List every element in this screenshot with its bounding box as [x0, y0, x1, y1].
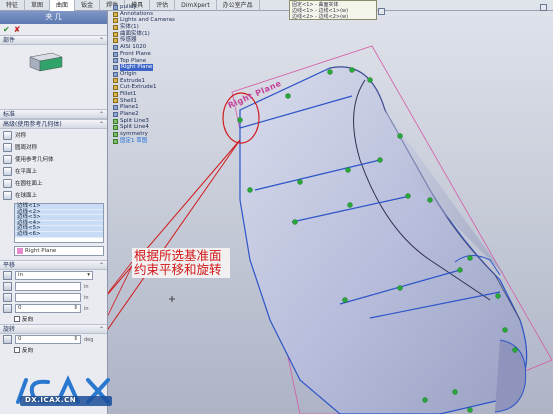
distance-icon	[3, 304, 12, 313]
section-header-parts[interactable]: 部件 ⌃	[0, 35, 107, 45]
symmetric-icon	[3, 130, 12, 140]
tree-item[interactable]: Fillet1	[113, 91, 223, 98]
cylinder-icon	[3, 178, 12, 188]
cut-extrude-icon	[113, 85, 118, 91]
fillet-icon	[113, 91, 118, 97]
tree-item[interactable]: Front Plane	[113, 51, 223, 58]
y-axis-icon	[3, 293, 12, 302]
tree-item[interactable]: Split Line4	[113, 124, 223, 131]
ok-check-icon[interactable]: ✔	[3, 25, 10, 34]
solid-bodies-icon	[113, 24, 118, 30]
plane-icon	[113, 111, 118, 117]
translate-icon	[3, 271, 12, 280]
tree-item[interactable]: AISI 1020	[113, 44, 223, 51]
surface-bodies-icon	[113, 31, 118, 37]
option-on-sphere[interactable]: 在球面上	[0, 189, 107, 201]
section-header-translate[interactable]: 平移 ⌃	[0, 260, 107, 270]
rotate-icon	[3, 335, 12, 344]
flip-translate-checkbox[interactable]: 反向	[0, 314, 107, 324]
option-circular-symmetric[interactable]: 圆周对称	[0, 141, 107, 153]
reference-plane-field[interactable]: Right Plane	[14, 246, 104, 256]
tree-item[interactable]: pulley	[113, 4, 223, 11]
annotation-callout: 根据所选基准面约束平移和旋转	[132, 248, 230, 278]
chevron-up-icon: ⌃	[98, 121, 104, 128]
option-on-cylinder[interactable]: 在圆柱面上	[0, 177, 107, 189]
tree-item-selected[interactable]: Right Plane	[113, 64, 223, 71]
tree-item[interactable]: Plane1	[113, 104, 223, 111]
property-manager: 夹 几 ✔ ✘ 部件 ⌃ 标准 ⌃ 高级(使用参考几何体) ⌃ 对称 圆周对称 使用参…	[0, 11, 108, 414]
extrude-icon	[113, 78, 118, 84]
section-header-rotate[interactable]: 旋转 ⌃	[0, 324, 107, 334]
spin-arrows-icon: ⇕	[73, 336, 78, 342]
reference-geometry-icon	[3, 154, 12, 164]
y-distance-input[interactable]	[15, 293, 81, 302]
tree-item[interactable]: 固定1 草图	[113, 138, 223, 145]
tree-item[interactable]: 传感器	[113, 37, 223, 44]
part-preview-icon	[29, 52, 63, 72]
plane-icon	[3, 166, 12, 176]
tree-item[interactable]: Origin	[113, 71, 223, 78]
feature-tree: pulley Annotations Lights and Cameras 实体…	[113, 4, 223, 144]
plane-icon	[113, 51, 118, 57]
cancel-x-icon[interactable]: ✘	[14, 25, 21, 34]
plane-icon	[113, 105, 118, 111]
chevron-up-icon: ⌃	[98, 262, 104, 269]
pm-title: 夹 几	[0, 11, 107, 24]
watermark-url: DX.ICAX.CN	[25, 396, 77, 404]
tree-item[interactable]: Shell1	[113, 98, 223, 105]
plane-icon	[113, 58, 118, 64]
list-item[interactable]: 边线<6>	[15, 231, 103, 238]
tree-item[interactable]: Cut-Extrude1	[113, 84, 223, 91]
tree-item[interactable]: Plane2	[113, 111, 223, 118]
rotate-angle-input[interactable]: 0 ⇕	[15, 335, 81, 344]
chevron-up-icon: ⌃	[98, 326, 104, 333]
flip-rotate-checkbox[interactable]: 反向	[0, 345, 107, 355]
tree-item[interactable]: Extrude1	[113, 78, 223, 85]
edge-selection-list[interactable]: 边线<1> 边线<2> 边线<3> 边线<4> 边线<5> 边线<6>	[14, 203, 104, 243]
plane-icon	[113, 65, 118, 71]
icax-logo	[16, 375, 112, 406]
view-icon[interactable]	[378, 8, 385, 15]
part-icon	[113, 4, 118, 10]
option-symmetric[interactable]: 对称	[0, 129, 107, 141]
sphere-icon	[3, 190, 12, 200]
chevron-up-icon: ⌃	[98, 111, 104, 118]
material-icon	[113, 44, 118, 50]
tree-item[interactable]: 实体(1)	[113, 24, 223, 31]
annotations-icon	[113, 11, 118, 17]
symmetry-icon	[113, 131, 118, 137]
tree-item[interactable]: Annotations	[113, 11, 223, 18]
section-header-standard[interactable]: 标准 ⌃	[0, 109, 107, 119]
tree-item[interactable]: Top Plane	[113, 58, 223, 65]
section-header-advanced[interactable]: 高级(使用参考几何体) ⌃	[0, 119, 107, 129]
close-window-icon[interactable]	[540, 4, 547, 11]
selection-tooltip: 固定<1> - 曲面实体 边线<1> - 边线<1>(w) 边线<2> - 边线…	[289, 0, 377, 20]
circular-symmetric-icon	[3, 142, 12, 152]
x-axis-icon	[3, 282, 12, 291]
shell-icon	[113, 98, 118, 104]
lights-icon	[113, 18, 118, 24]
sensors-icon	[113, 38, 118, 44]
spin-arrows-icon: ⇕	[73, 305, 78, 311]
split-line-icon	[113, 118, 118, 124]
origin-icon	[113, 71, 118, 77]
chevron-down-icon: ▾	[87, 272, 90, 278]
tree-item[interactable]: symmetry	[113, 131, 223, 138]
fixture-icon	[113, 138, 118, 144]
split-line-icon	[113, 125, 118, 131]
distance-input[interactable]: 0 ⇕	[15, 304, 81, 313]
option-reference-geometry[interactable]: 使用参考几何体	[0, 153, 107, 165]
tree-item[interactable]: Split Line3	[113, 118, 223, 125]
option-on-plane[interactable]: 在平面上	[0, 165, 107, 177]
x-distance-input[interactable]	[15, 282, 81, 291]
translate-unit-select[interactable]: in ▾	[15, 271, 93, 280]
chevron-up-icon: ⌃	[98, 37, 104, 44]
